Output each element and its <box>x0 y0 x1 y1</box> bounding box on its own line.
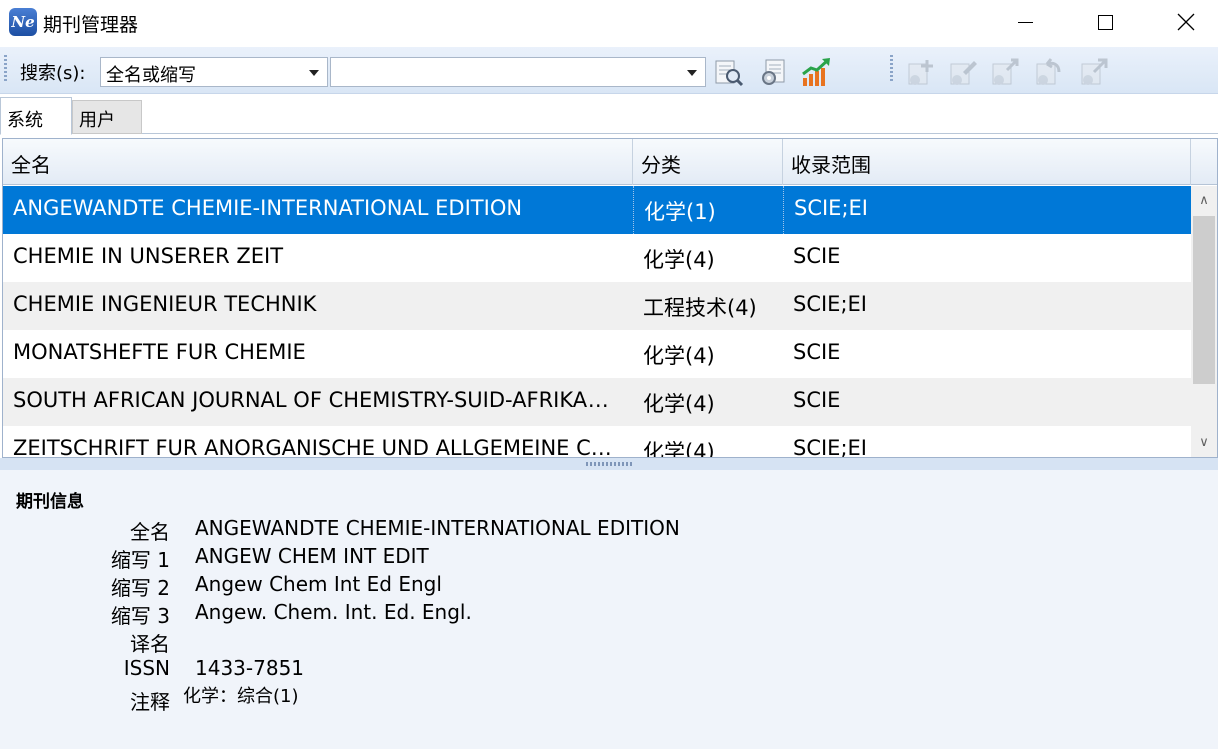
toolbar: 搜索(s): 全名或缩写 <box>0 47 1218 94</box>
table-row[interactable]: CHEMIE IN UNSERER ZEIT 化学(4) SCIE <box>3 234 1191 282</box>
tab-user[interactable]: 用户 <box>72 100 142 134</box>
search-field-dropdown[interactable]: 全名或缩写 <box>100 57 328 87</box>
cell-category: 化学(4) <box>643 248 715 272</box>
chevron-down-icon <box>309 70 319 76</box>
cell-full-name: MONATSHEFTE FUR CHEMIE <box>13 340 306 364</box>
cell-full-name: CHEMIE INGENIEUR TECHNIK <box>13 292 317 316</box>
close-button[interactable] <box>1163 0 1209 44</box>
table-row[interactable]: ANGEWANDTE CHEMIE-INTERNATIONAL EDITION … <box>3 186 1191 234</box>
undo-journal-icon[interactable] <box>1033 56 1065 88</box>
table-row[interactable]: MONATSHEFTE FUR CHEMIE 化学(4) SCIE <box>3 330 1191 378</box>
cell-full-name: SOUTH AFRICAN JOURNAL OF CHEMISTRY-SUID-… <box>13 388 633 412</box>
info-row-issn: ISSN 1433-7851 <box>0 656 1218 684</box>
search-field-value: 全名或缩写 <box>106 65 196 86</box>
cell-coverage: SCIE;EI <box>793 292 867 316</box>
cell-coverage: SCIE;EI <box>783 186 1191 234</box>
info-label: 注释 <box>130 690 170 714</box>
info-row-translated-name: 译名 <box>0 628 1218 656</box>
export-journal-icon[interactable] <box>989 56 1021 88</box>
info-row-notes: 注释 化学：综合(1) <box>0 682 1218 714</box>
info-row-abbrev-1: 缩写 1 ANGEW CHEM INT EDIT <box>0 544 1218 572</box>
info-label: ISSN <box>123 656 170 680</box>
cell-coverage: SCIE;EI <box>793 436 867 458</box>
info-label: 全名 <box>130 520 170 544</box>
column-header-full-name[interactable]: 全名 <box>3 139 633 185</box>
cell-coverage: SCIE <box>793 388 841 412</box>
tab-system[interactable]: 系统 <box>0 97 72 135</box>
cell-category: 化学(4) <box>643 392 715 416</box>
redo-journal-icon[interactable] <box>1078 56 1110 88</box>
search-label: 搜索(s): <box>20 63 86 84</box>
toolbar-grip[interactable] <box>4 55 7 81</box>
info-value: ANGEW CHEM INT EDIT <box>195 544 429 568</box>
close-icon <box>1177 13 1195 31</box>
column-header-coverage[interactable]: 收录范围 <box>783 139 1191 185</box>
scrollbar-thumb[interactable] <box>1193 216 1215 384</box>
table-row[interactable]: ZEITSCHRIFT FUR ANORGANISCHE UND ALLGEME… <box>3 426 1191 458</box>
cell-coverage: SCIE <box>793 340 841 364</box>
scroll-down-icon[interactable]: ∨ <box>1191 430 1217 454</box>
edit-journal-icon[interactable] <box>947 56 979 88</box>
maximize-icon <box>1097 14 1113 30</box>
info-row-full-name: 全名 ANGEWANDTE CHEMIE-INTERNATIONAL EDITI… <box>0 516 1218 544</box>
cell-coverage: SCIE <box>793 244 841 268</box>
search-input[interactable] <box>330 57 706 87</box>
cell-category: 化学(4) <box>643 440 715 458</box>
table-row[interactable]: CHEMIE INGENIEUR TECHNIK 工程技术(4) SCIE;EI <box>3 282 1191 330</box>
info-row-abbrev-2: 缩写 2 Angew Chem Int Ed Engl <box>0 572 1218 600</box>
table-body: ANGEWANDTE CHEMIE-INTERNATIONAL EDITION … <box>3 186 1191 458</box>
maximize-button[interactable] <box>1082 0 1128 44</box>
tab-strip: 系统 用户 <box>0 96 1218 135</box>
info-panel-title: 期刊信息 <box>16 492 84 512</box>
journal-info-panel: 期刊信息 全名 ANGEWANDTE CHEMIE-INTERNATIONAL … <box>0 470 1218 749</box>
cell-full-name: ANGEWANDTE CHEMIE-INTERNATIONAL EDITION <box>13 196 523 220</box>
window-title: 期刊管理器 <box>43 14 139 36</box>
vertical-scrollbar[interactable]: ∧ ∨ <box>1191 186 1217 457</box>
search-journal-icon[interactable] <box>712 56 744 88</box>
cell-category: 化学(4) <box>643 344 715 368</box>
add-journal-icon[interactable] <box>905 56 937 88</box>
info-label: 缩写 3 <box>110 604 170 628</box>
splitter-grip-icon <box>586 462 632 466</box>
toolbar-grip[interactable] <box>890 55 893 81</box>
info-value: 1433-7851 <box>195 656 305 680</box>
scroll-up-icon[interactable]: ∧ <box>1191 188 1217 212</box>
minimize-button[interactable] <box>1002 0 1048 44</box>
minimize-icon <box>1017 21 1033 23</box>
cell-full-name: ZEITSCHRIFT FUR ANORGANISCHE UND ALLGEME… <box>13 436 633 458</box>
cell-category: 工程技术(4) <box>643 296 757 320</box>
table-header: 全名 分类 收录范围 <box>3 139 1217 185</box>
info-label: 缩写 1 <box>110 548 170 572</box>
cell-category: 化学(1) <box>633 186 783 234</box>
info-value: ANGEWANDTE CHEMIE-INTERNATIONAL EDITION <box>195 516 680 540</box>
panel-splitter[interactable] <box>0 458 1218 470</box>
journal-settings-icon[interactable] <box>758 56 790 88</box>
app-logo-icon: Ne <box>9 8 37 36</box>
column-header-category[interactable]: 分类 <box>633 139 783 185</box>
info-row-abbrev-3: 缩写 3 Angew. Chem. Int. Ed. Engl. <box>0 600 1218 628</box>
title-bar: Ne 期刊管理器 <box>0 0 1218 44</box>
table-row[interactable]: SOUTH AFRICAN JOURNAL OF CHEMISTRY-SUID-… <box>3 378 1191 426</box>
info-value: Angew Chem Int Ed Engl <box>195 572 442 596</box>
info-value: Angew. Chem. Int. Ed. Engl. <box>195 600 472 624</box>
info-label: 译名 <box>130 632 170 656</box>
info-value: 化学：综合(1) <box>183 686 299 707</box>
chevron-down-icon <box>687 70 697 76</box>
trend-chart-icon[interactable] <box>800 56 832 88</box>
info-label: 缩写 2 <box>110 576 170 600</box>
cell-full-name: CHEMIE IN UNSERER ZEIT <box>13 244 284 268</box>
journal-table: 全名 分类 收录范围 ANGEWANDTE CHEMIE-INTERNATION… <box>2 138 1218 458</box>
